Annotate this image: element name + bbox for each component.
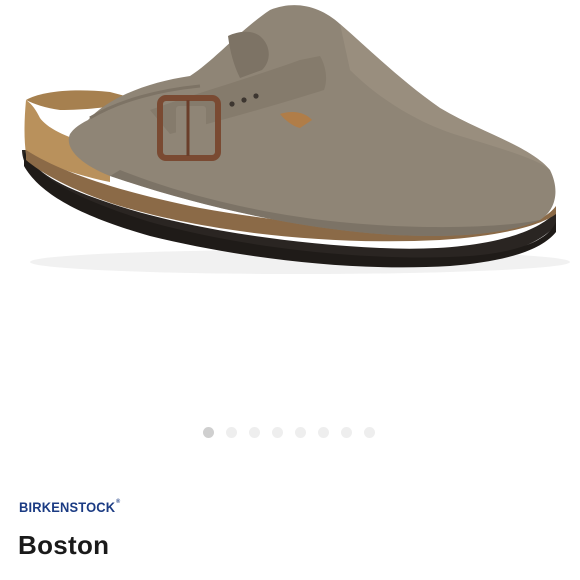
carousel-dot-2[interactable] [226, 426, 237, 438]
listing-screen: BIRKENSTOCK® Boston [0, 0, 580, 580]
product-image[interactable] [0, 0, 580, 410]
carousel-dot-7[interactable] [341, 426, 352, 438]
carousel-dot-8[interactable] [364, 426, 375, 438]
brand-logo[interactable]: BIRKENSTOCK® [19, 499, 120, 515]
brand-name: BIRKENSTOCK [19, 499, 116, 515]
product-title: Boston [18, 530, 110, 560]
trademark-mark: ® [116, 499, 121, 505]
carousel-dot-4[interactable] [272, 426, 283, 438]
carousel-dot-6[interactable] [318, 426, 329, 438]
carousel-dot-5[interactable] [295, 426, 306, 438]
carousel-dot-3[interactable] [249, 426, 260, 438]
carousel-dot-1[interactable] [203, 426, 214, 438]
carousel-indicator [203, 425, 375, 439]
